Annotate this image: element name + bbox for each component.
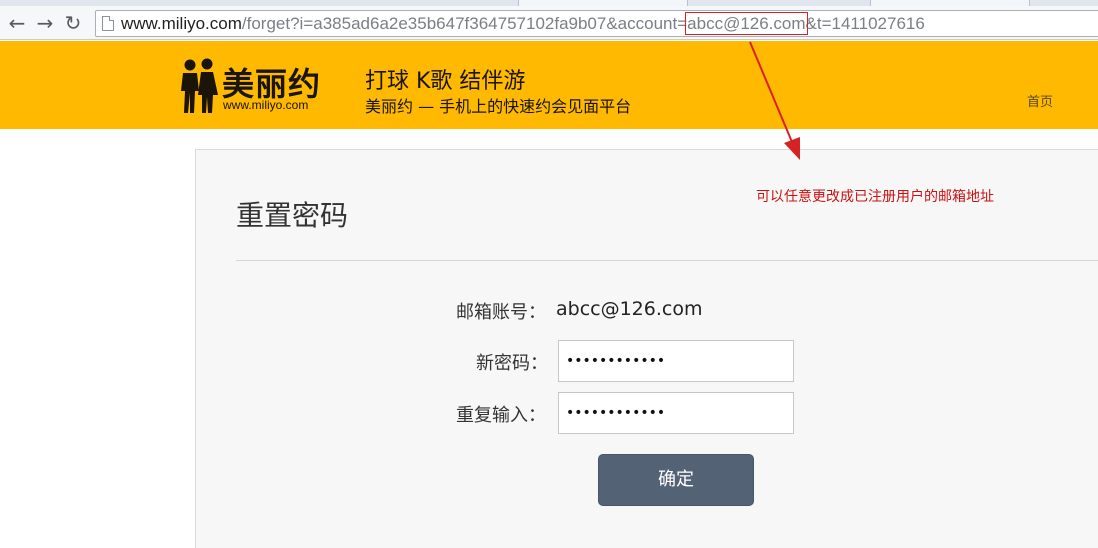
url-text: www.miliyo.com/forget?i=a385ad6a2e35b647… — [121, 12, 925, 35]
account-label: 邮箱账号： — [456, 302, 546, 323]
site-logo[interactable]: 美丽约 www.miliyo.com — [178, 57, 338, 115]
logo-url: www.miliyo.com — [223, 98, 309, 112]
confirm-password-label: 重复输入： — [456, 405, 546, 426]
confirm-password-field[interactable] — [558, 392, 794, 434]
url-path-tail: &t=1411027616 — [805, 14, 925, 33]
url-path: /forget?i=a385ad6a2e35b647f364757102fa9b… — [241, 14, 688, 33]
reload-icon[interactable]: ↻ — [62, 12, 84, 34]
site-header: 美丽约 www.miliyo.com 打球 K歌 结伴游 美丽约 — 手机上的快… — [0, 41, 1098, 129]
browser-toolbar: ← → ↻ www.miliyo.com/forget?i=a385ad6a2e… — [0, 6, 1098, 40]
new-password-label: 新密码： — [476, 353, 548, 374]
url-highlighted-account: abcc@126.com — [685, 12, 808, 35]
page-title: 重置密码 — [236, 199, 349, 232]
page: ← → ↻ www.miliyo.com/forget?i=a385ad6a2e… — [0, 0, 1098, 548]
annotation-note: 可以任意更改成已注册用户的邮箱地址 — [756, 189, 994, 205]
slogan-sub: 美丽约 — 手机上的快速约会见面平台 — [365, 97, 632, 116]
nav-home-link[interactable]: 首页 — [1027, 91, 1053, 110]
back-icon[interactable]: ← — [6, 12, 28, 34]
forward-icon[interactable]: → — [34, 12, 56, 34]
address-bar[interactable]: www.miliyo.com/forget?i=a385ad6a2e35b647… — [95, 10, 1098, 37]
divider — [236, 260, 1098, 261]
couple-logo-icon — [181, 58, 218, 113]
page-icon — [102, 16, 114, 31]
new-password-field[interactable] — [558, 340, 794, 382]
account-value: abcc@126.com — [556, 298, 703, 320]
slogan-main: 打球 K歌 结伴游 — [365, 69, 526, 94]
url-host: www.miliyo.com — [121, 14, 242, 33]
confirm-button[interactable]: 确定 — [598, 454, 754, 506]
